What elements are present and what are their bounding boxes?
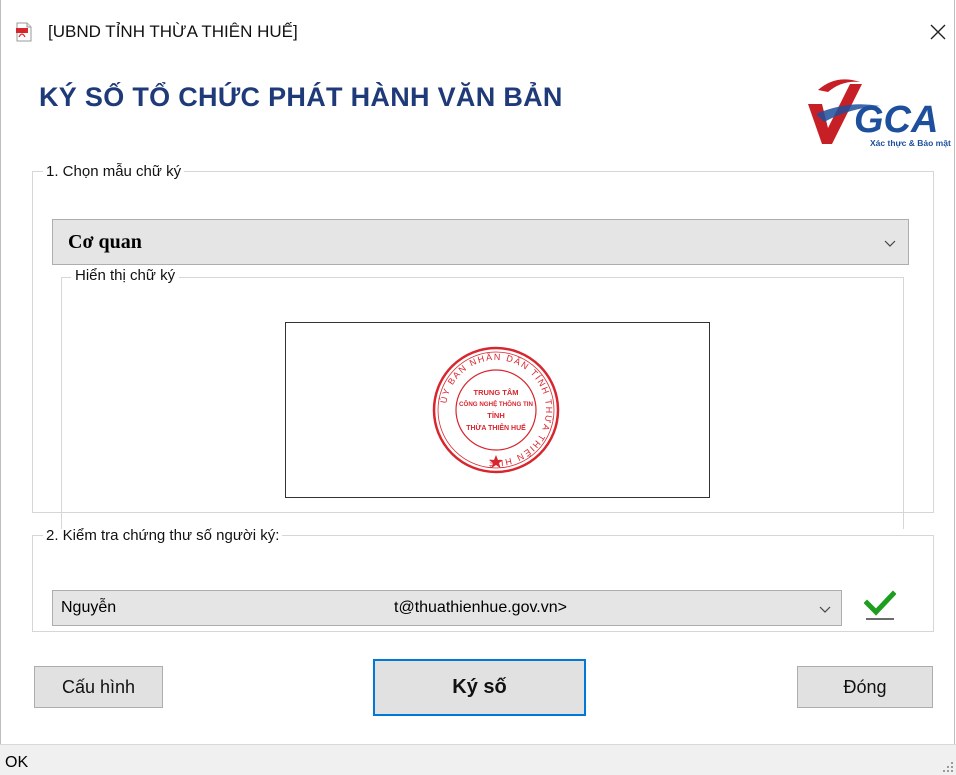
sign-button[interactable]: Ký số [373,659,586,716]
configure-button[interactable]: Cấu hình [34,666,163,708]
signature-template-group: 1. Chọn mẫu chữ ký Cơ quan Hiển thị chữ … [32,163,934,529]
chevron-down-icon [819,606,831,613]
pdf-app-icon [16,22,32,42]
window-title: [UBND TỈNH THỪA THIÊN HUẾ] [48,22,298,41]
chevron-down-icon [884,240,896,247]
certificate-check-group: 2. Kiểm tra chứng thư số người ký: Nguyễ… [32,527,934,632]
certificate-select[interactable]: Nguyễn t@thuathienhue.gov.vn> [52,590,842,626]
signature-template-select[interactable]: Cơ quan [52,219,909,265]
signature-template-legend: 1. Chọn mẫu chữ ký [46,163,182,180]
status-bar: OK [0,744,956,775]
close-icon [930,24,946,40]
signature-preview-legend: Hiển thị chữ ký [71,267,180,284]
status-text: OK [5,754,29,771]
checkmark-icon [864,590,896,620]
svg-text:TỈNH: TỈNH [487,411,505,420]
close-button[interactable]: Đóng [797,666,933,708]
svg-text:GCA: GCA [854,99,938,141]
official-seal-icon: ỦY BAN NHÂN DÂN TỈNH THỪA THIÊN HUẾ TRUN… [432,346,560,474]
certificate-signer-name: Nguyễn [61,599,117,616]
vgca-logo: GCA Xác thực & Bảo mật [808,79,951,148]
page-title: KÝ SỐ TỔ CHỨC PHÁT HÀNH VĂN BẢN [39,82,563,112]
certificate-check-legend: 2. Kiểm tra chứng thư số người ký: [46,527,280,544]
resize-grip-icon[interactable] [942,761,954,773]
certificate-signer-email: t@thuathienhue.gov.vn> [394,599,567,616]
svg-text:CÔNG NGHỆ THÔNG TIN: CÔNG NGHỆ THÔNG TIN [459,400,533,408]
svg-text:TRUNG TÂM: TRUNG TÂM [474,388,519,397]
signature-preview-box: ỦY BAN NHÂN DÂN TỈNH THỪA THIÊN HUẾ TRUN… [285,322,710,498]
signature-template-value: Cơ quan [68,231,142,253]
svg-text:THỪA THIÊN HUẾ: THỪA THIÊN HUẾ [466,422,526,432]
svg-text:Xác thực & Bảo mật: Xác thực & Bảo mật [870,138,951,148]
title-bar[interactable]: [UBND TỈNH THỪA THIÊN HUẾ] [0,0,956,60]
close-window-button[interactable] [920,16,956,48]
